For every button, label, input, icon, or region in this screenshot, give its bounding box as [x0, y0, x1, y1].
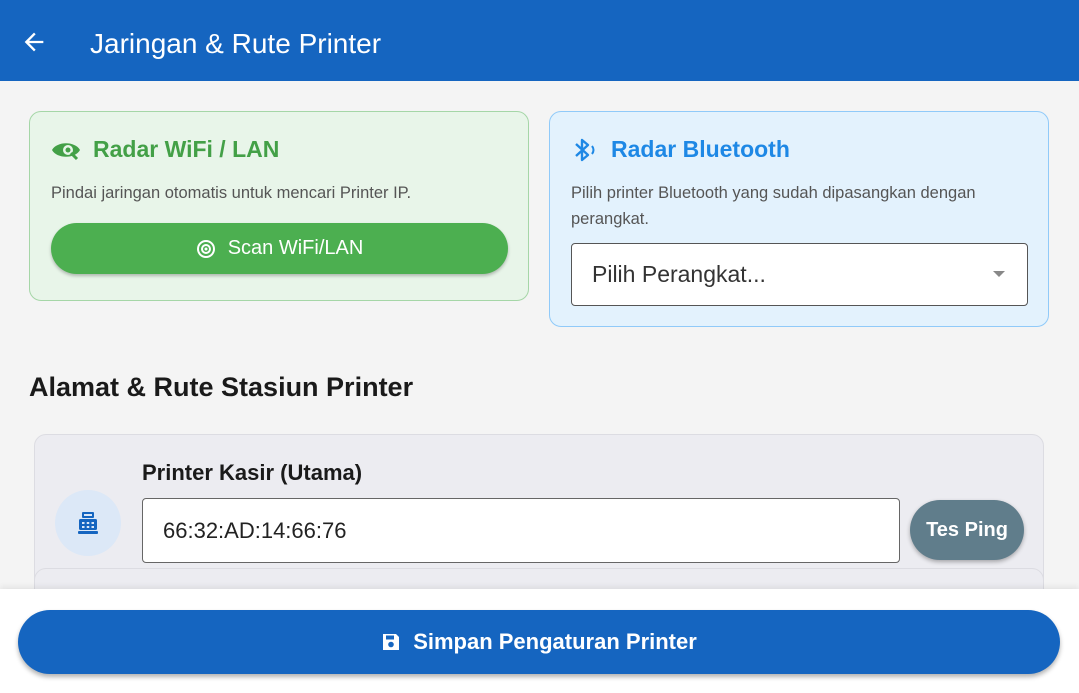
wifi-card-title: Radar WiFi / LAN [93, 136, 280, 162]
printer-avatar [55, 490, 121, 556]
bottom-action-bar: Simpan Pengaturan Printer [0, 589, 1079, 693]
wifi-radar-card: Radar WiFi / LAN Pindai jaringan otomati… [29, 111, 529, 301]
scan-wifi-label: Scan WiFi/LAN [227, 237, 364, 259]
caret-down-icon [993, 271, 1005, 277]
section-title: Alamat & Rute Stasiun Printer [29, 372, 414, 402]
save-icon [383, 634, 400, 650]
printer-name: Printer Kasir (Utama) [142, 460, 363, 485]
printer-address-field[interactable]: 66:32:AD:14:66:76 [142, 498, 900, 563]
wifi-card-header: Radar WiFi / LAN [51, 136, 279, 163]
bluetooth-searching-icon [575, 138, 595, 161]
save-settings-label: Simpan Pengaturan Printer [413, 629, 697, 654]
scan-wifi-button[interactable]: Scan WiFi/LAN [51, 223, 508, 274]
test-ping-button[interactable]: Tes Ping [910, 500, 1024, 560]
bluetooth-select-value: Pilih Perangkat... [592, 261, 766, 287]
arrow-left-icon[interactable] [20, 28, 48, 56]
radar-scan-icon [196, 239, 215, 258]
wifi-card-description: Pindai jaringan otomatis untuk mencari P… [51, 184, 412, 202]
bluetooth-card-title: Radar Bluetooth [611, 136, 790, 162]
app-bar: Jaringan & Rute Printer [0, 0, 1079, 81]
bluetooth-device-select[interactable]: Pilih Perangkat... [571, 243, 1028, 306]
printer-address-value: 66:32:AD:14:66:76 [163, 517, 347, 543]
save-settings-button[interactable]: Simpan Pengaturan Printer [18, 610, 1060, 674]
bluetooth-card-header: Radar Bluetooth [571, 136, 790, 163]
wifi-radar-icon [52, 142, 80, 160]
bluetooth-radar-card: Radar Bluetooth Pilih printer Bluetooth … [549, 111, 1049, 327]
page-title: Jaringan & Rute Printer [90, 28, 382, 59]
cash-register-icon [78, 512, 98, 534]
bluetooth-card-description: Pilih printer Bluetooth yang sudah dipas… [571, 184, 976, 228]
